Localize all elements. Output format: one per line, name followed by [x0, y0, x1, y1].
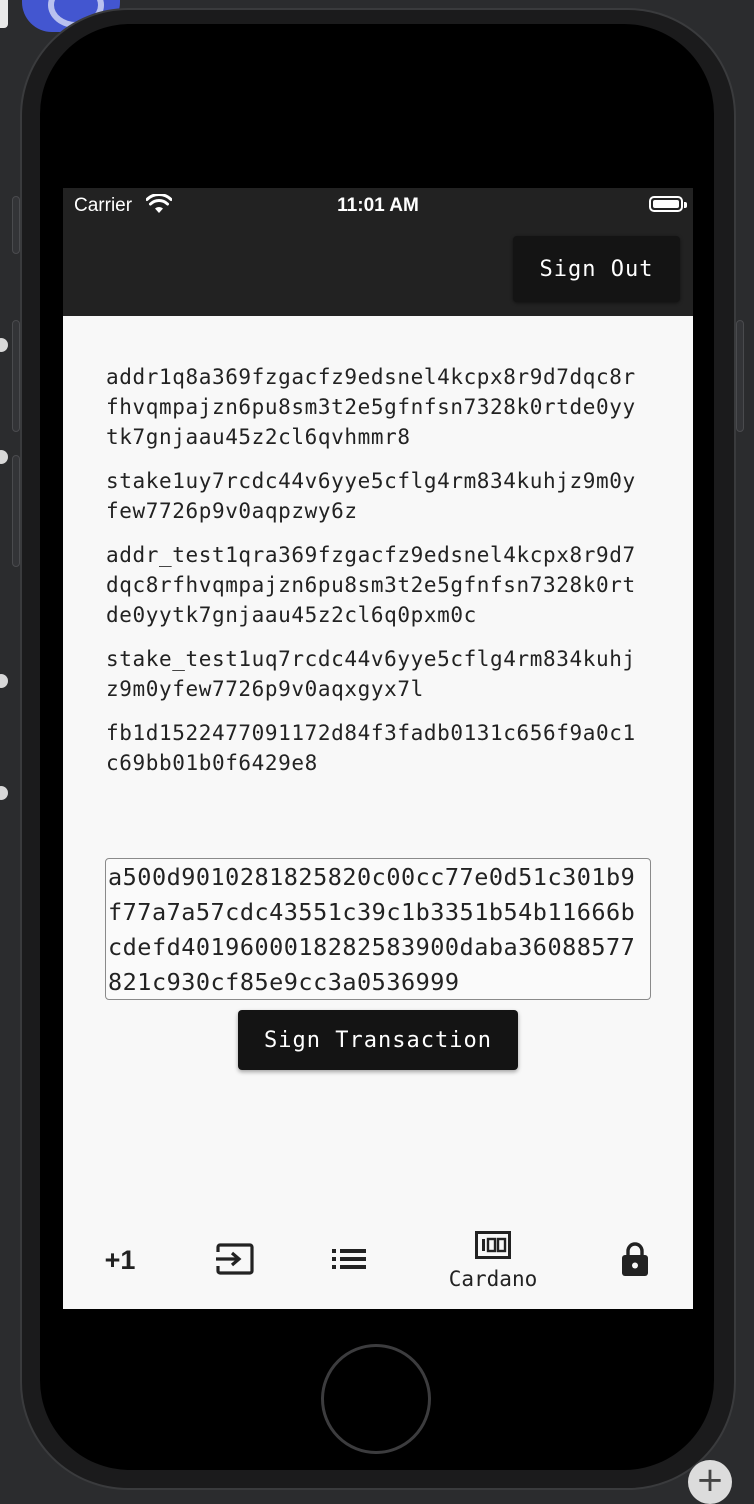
home-button[interactable] [321, 1344, 431, 1454]
mute-switch[interactable] [12, 196, 20, 254]
transaction-input-value: a500d9010281825820c00cc77e0d51c301b9f77a… [108, 863, 636, 996]
status-bar: Carrier 11:01 AM [63, 188, 693, 224]
plus-icon[interactable]: + [688, 1460, 732, 1504]
volume-down-button[interactable] [12, 455, 20, 567]
power-button[interactable] [736, 320, 744, 432]
counter-icon [475, 1230, 511, 1263]
testnet-stake-address: stake_test1uq7rcdc44v6yye5cflg4rm834kuhj… [106, 647, 636, 701]
sign-transaction-button[interactable]: Sign Transaction [238, 1010, 518, 1070]
nav-item-list[interactable] [319, 1212, 379, 1309]
nav-label-cardano: Cardano [448, 1266, 538, 1291]
sign-out-button[interactable]: Sign Out [513, 236, 680, 302]
address-list: addr1q8a369fzgacfz9edsnel4kcpx8r9d7dqc8r… [106, 362, 646, 792]
transaction-input[interactable]: a500d9010281825820c00cc77e0d51c301b9f77a… [105, 858, 651, 1000]
nav-item-cardano[interactable]: Cardano [433, 1212, 553, 1309]
app-screen: Carrier 11:01 AM Sign Out addr1q8a369fzg… [63, 188, 693, 1309]
app-bar: Sign Out [63, 224, 693, 316]
key-hash: fb1d1522477091172d84f3fadb0131c656f9a0c1… [106, 721, 636, 775]
side-indicator-dot [0, 674, 8, 688]
nav-item-plus-one[interactable]: +1 [91, 1212, 149, 1309]
input-icon [215, 1242, 255, 1279]
mainnet-address: addr1q8a369fzgacfz9edsnel4kcpx8r9d7dqc8r… [106, 365, 636, 449]
list-icon [332, 1247, 366, 1275]
mainnet-stake-address: stake1uy7rcdc44v6yye5cflg4rm834kuhjz9m0y… [106, 469, 636, 523]
side-indicator-dot [0, 450, 8, 464]
battery-icon [649, 196, 687, 212]
side-indicator-dot [0, 786, 8, 800]
plus-one-icon: +1 [104, 1245, 136, 1275]
bottom-navigation: +1 Cardano [63, 1212, 693, 1309]
lock-icon [621, 1241, 649, 1281]
testnet-address: addr_test1qra369fzgacfz9edsnel4kcpx8r9d7… [106, 543, 636, 627]
side-indicator-dot [0, 338, 8, 352]
volume-up-button[interactable] [12, 320, 20, 432]
nav-item-input[interactable] [205, 1212, 265, 1309]
status-time: 11:01 AM [337, 195, 419, 216]
nav-item-lock[interactable] [609, 1212, 661, 1309]
simulator-window-tab [0, 0, 8, 28]
